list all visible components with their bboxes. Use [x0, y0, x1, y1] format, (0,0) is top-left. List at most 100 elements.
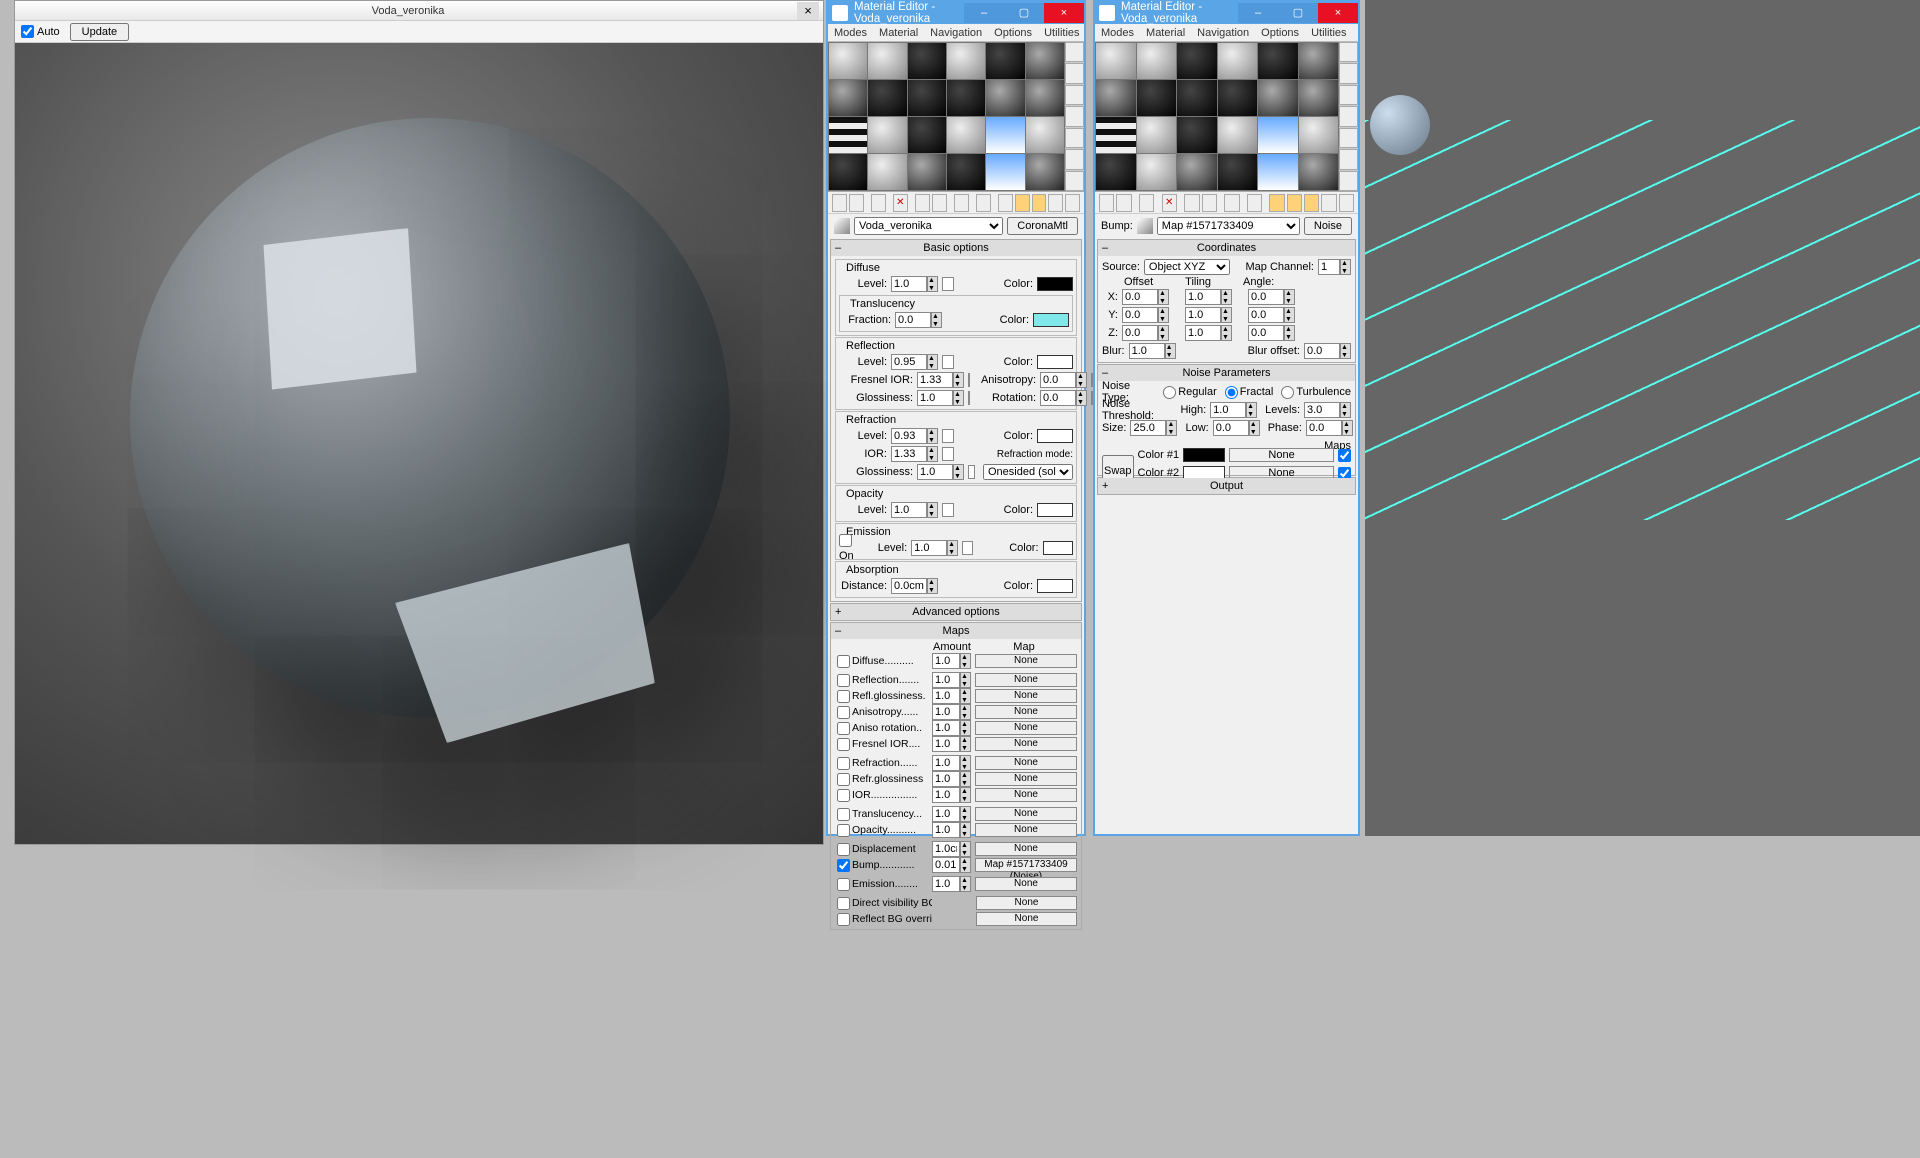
material-slot[interactable]: [1299, 117, 1339, 153]
material-slot[interactable]: [1258, 43, 1298, 79]
y-angle-input[interactable]: [1248, 307, 1284, 323]
map-slot-button[interactable]: Map #1571733409 (Noise): [975, 858, 1077, 872]
auto-checkbox[interactable]: Auto: [21, 25, 60, 38]
map-slot-button[interactable]: None: [975, 842, 1077, 856]
menu-options[interactable]: Options: [994, 27, 1032, 39]
material-slot[interactable]: [947, 80, 985, 116]
material-slot[interactable]: [1177, 154, 1217, 190]
spinner-icon[interactable]: [931, 312, 942, 328]
toolbar-icon[interactable]: [932, 194, 947, 212]
tool-icon[interactable]: [1065, 106, 1084, 126]
preview-titlebar[interactable]: Voda_veronika ×: [15, 1, 823, 21]
material-slot[interactable]: [1299, 43, 1339, 79]
map-enable-checkbox[interactable]: [837, 706, 850, 719]
map-slot[interactable]: [942, 503, 954, 517]
y-tiling-input[interactable]: [1185, 307, 1221, 323]
map-enable-checkbox[interactable]: [837, 757, 850, 770]
spinner-icon[interactable]: [1246, 402, 1257, 418]
rotation-input[interactable]: [1040, 390, 1076, 406]
map-slot-button[interactable]: None: [976, 912, 1077, 926]
spinner-icon[interactable]: [960, 755, 971, 771]
x-offset-input[interactable]: [1122, 289, 1158, 305]
map-slot-button[interactable]: None: [975, 705, 1077, 719]
material-slot[interactable]: [986, 154, 1024, 190]
z-offset-input[interactable]: [1122, 325, 1158, 341]
material-slot[interactable]: [1137, 43, 1177, 79]
map-amount-input[interactable]: [932, 771, 960, 787]
spinner-icon[interactable]: [1221, 307, 1232, 323]
material-slot[interactable]: [1177, 80, 1217, 116]
map-enable-checkbox[interactable]: [837, 808, 850, 821]
material-name-select[interactable]: Voda_veronika: [854, 217, 1003, 235]
tool-icon[interactable]: [1065, 42, 1084, 62]
spinner-icon[interactable]: [1076, 390, 1087, 406]
map-enable-checkbox[interactable]: [837, 878, 850, 891]
spinner-icon[interactable]: [1165, 343, 1176, 359]
map-slot-button[interactable]: None: [975, 654, 1077, 668]
eyedropper-icon[interactable]: [834, 218, 850, 234]
map-slot-button[interactable]: None: [975, 673, 1077, 687]
map-amount-input[interactable]: [932, 822, 960, 838]
toolbar-icon[interactable]: [1287, 194, 1302, 212]
maximize-button[interactable]: ▢: [1278, 3, 1318, 23]
material-slot[interactable]: [947, 117, 985, 153]
material-slot[interactable]: [1137, 154, 1177, 190]
noise-phase-input[interactable]: [1306, 420, 1342, 436]
x-angle-input[interactable]: [1248, 289, 1284, 305]
toolbar-icon[interactable]: [849, 194, 864, 212]
spinner-icon[interactable]: [1158, 325, 1169, 341]
map-amount-input[interactable]: [932, 720, 960, 736]
toolbar-icon[interactable]: [871, 194, 886, 212]
emission-level-input[interactable]: [911, 540, 947, 556]
spinner-icon[interactable]: [1221, 325, 1232, 341]
spinner-icon[interactable]: [960, 822, 971, 838]
map-enable-checkbox[interactable]: [837, 859, 850, 872]
map-slot-button[interactable]: None: [975, 877, 1077, 891]
rollout-header[interactable]: Basic options: [831, 240, 1081, 256]
map-amount-input[interactable]: [932, 653, 960, 669]
map-name-select[interactable]: Map #1571733409: [1157, 217, 1300, 235]
map-slot[interactable]: [942, 277, 954, 291]
opacity-level-input[interactable]: [891, 502, 927, 518]
spinner-icon[interactable]: [927, 354, 938, 370]
map-enable-checkbox[interactable]: [837, 655, 850, 668]
me-titlebar[interactable]: Material Editor - Voda_veronika – ▢ ×: [828, 2, 1084, 24]
spinner-icon[interactable]: [1340, 259, 1351, 275]
spinner-icon[interactable]: [927, 502, 938, 518]
rollout-header[interactable]: Output: [1098, 478, 1355, 494]
material-slot[interactable]: [1258, 80, 1298, 116]
spinner-icon[interactable]: [1158, 289, 1169, 305]
spinner-icon[interactable]: [953, 390, 964, 406]
map-enable-checkbox[interactable]: [837, 843, 850, 856]
map-type-button[interactable]: Noise: [1304, 217, 1352, 235]
menu-options[interactable]: Options: [1261, 27, 1299, 39]
rollout-header[interactable]: Advanced options: [831, 604, 1081, 620]
map-slot[interactable]: [962, 541, 972, 555]
map-enable-checkbox[interactable]: [837, 824, 850, 837]
material-slot[interactable]: [829, 43, 867, 79]
maximize-button[interactable]: ▢: [1004, 3, 1044, 23]
spinner-icon[interactable]: [1284, 307, 1295, 323]
map-slot-button[interactable]: None: [975, 721, 1077, 735]
spinner-icon[interactable]: [960, 720, 971, 736]
spinner-icon[interactable]: [1166, 420, 1177, 436]
noise-low-input[interactable]: [1213, 420, 1249, 436]
emission-color[interactable]: [1043, 541, 1073, 555]
toolbar-icon[interactable]: [1304, 194, 1319, 212]
toolbar-icon[interactable]: [832, 194, 847, 212]
absorption-distance-input[interactable]: [891, 578, 927, 594]
toolbar-icon[interactable]: [915, 194, 930, 212]
material-slot[interactable]: [868, 43, 906, 79]
z-angle-input[interactable]: [1248, 325, 1284, 341]
toolbar-icon[interactable]: [1202, 194, 1217, 212]
toolbar-icon[interactable]: [1184, 194, 1199, 212]
material-slot[interactable]: [1218, 117, 1258, 153]
spinner-icon[interactable]: [1158, 307, 1169, 323]
fresnel-ior-input[interactable]: [917, 372, 953, 388]
spinner-icon[interactable]: [1076, 372, 1087, 388]
map-slot-button[interactable]: None: [975, 756, 1077, 770]
map-enable-checkbox[interactable]: [837, 690, 850, 703]
y-offset-input[interactable]: [1122, 307, 1158, 323]
material-slot[interactable]: [1218, 154, 1258, 190]
material-slot[interactable]: [829, 117, 867, 153]
